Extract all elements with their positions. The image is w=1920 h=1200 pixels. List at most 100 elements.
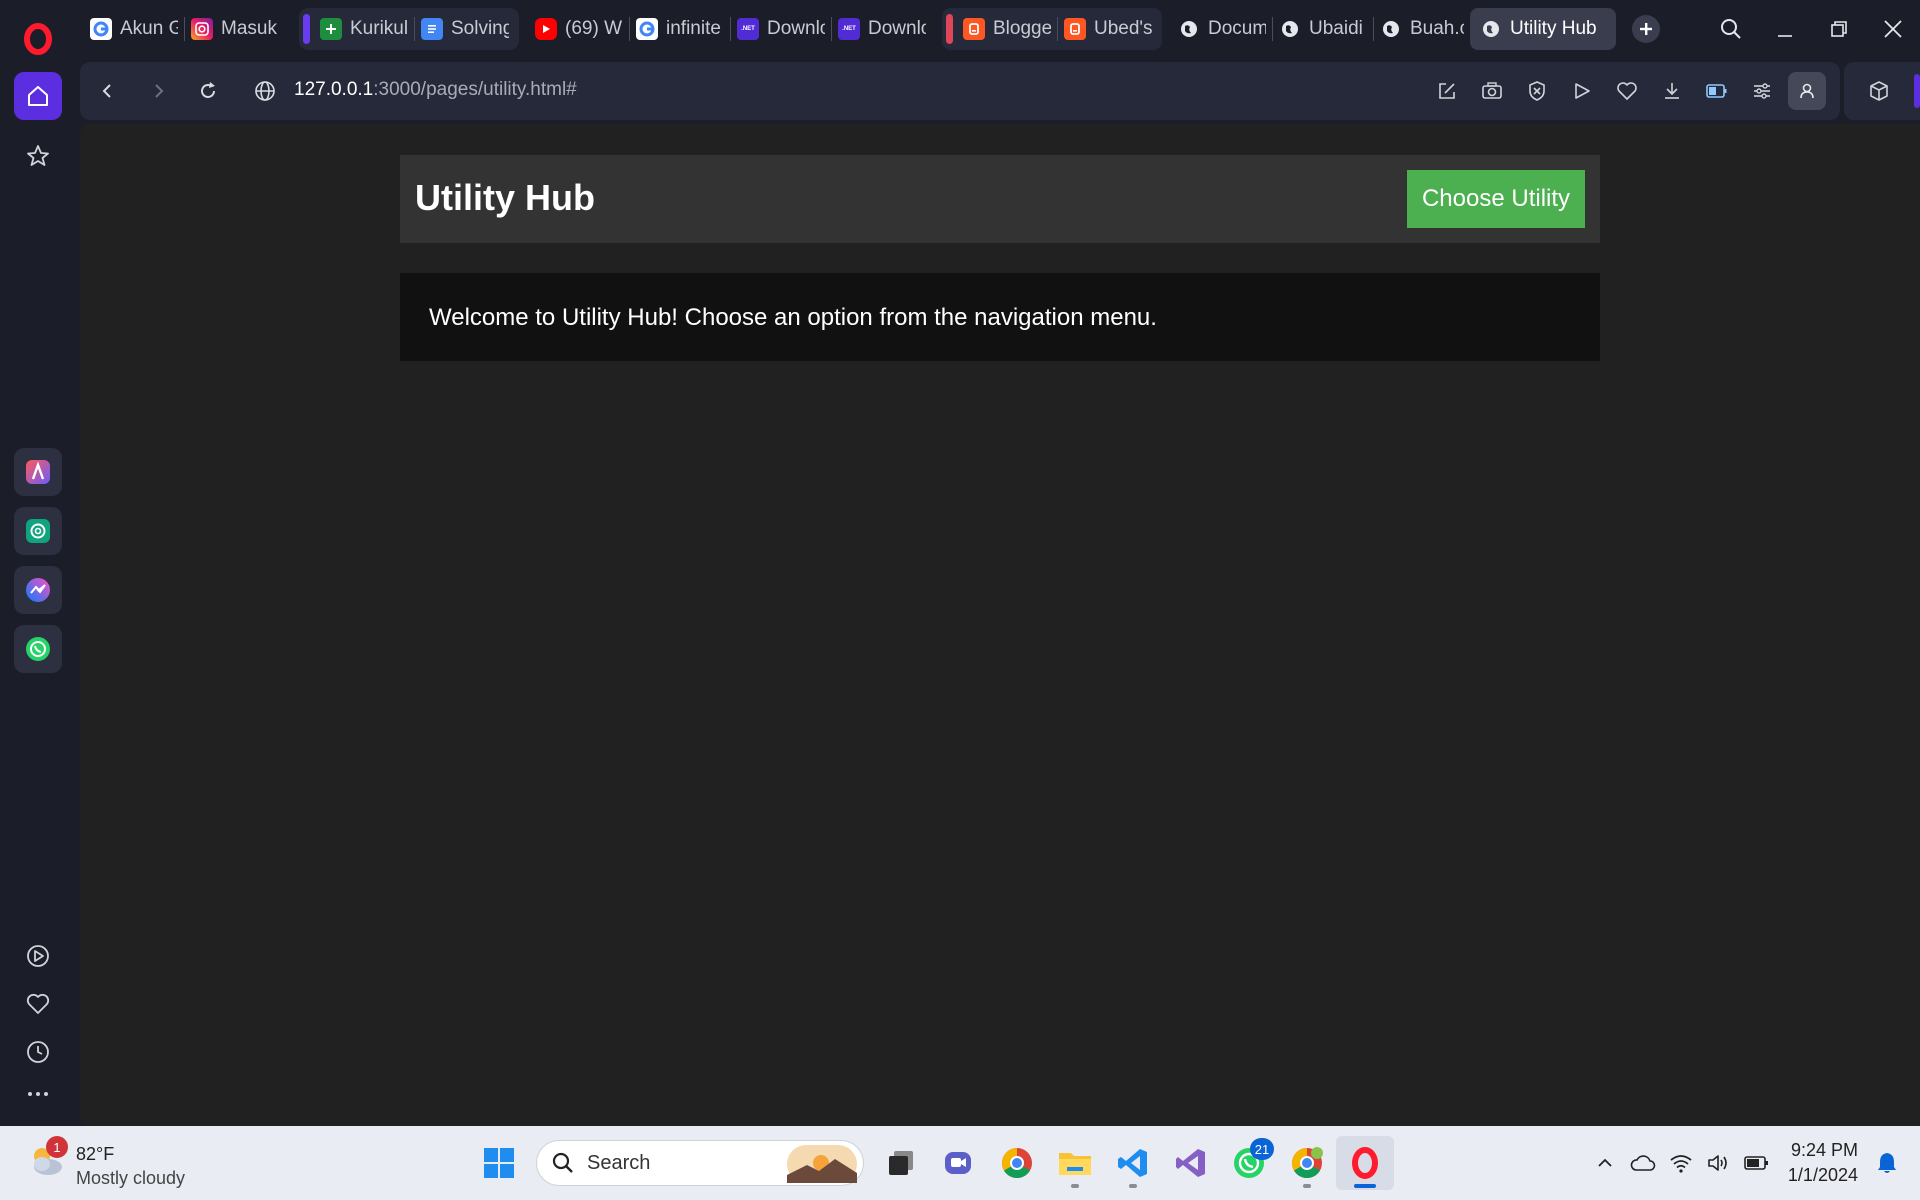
player-icon[interactable]	[14, 932, 62, 980]
back-button[interactable]	[92, 76, 122, 106]
new-tab-button[interactable]	[1632, 15, 1660, 43]
clock-date: 1/1/2024	[1787, 1165, 1858, 1185]
tab[interactable]: Akun G	[84, 8, 184, 50]
more-options-icon[interactable]	[14, 1070, 62, 1118]
opera-logo-icon[interactable]	[19, 20, 57, 58]
taskbar-clock[interactable]: 9:24 PM 1/1/2024	[1788, 1138, 1858, 1188]
welcome-message: Welcome to Utility Hub! Choose an option…	[429, 304, 1157, 331]
task-view-icon[interactable]	[872, 1136, 930, 1190]
tab[interactable]: Blogge	[957, 8, 1057, 50]
running-indicator	[1071, 1184, 1079, 1188]
tab[interactable]: Ubed's	[1058, 8, 1158, 50]
globe-icon	[1279, 18, 1301, 40]
taskbar-search-box[interactable]: Search	[536, 1140, 864, 1186]
url-field[interactable]: 127.0.0.1:3000/pages/utility.html#	[294, 79, 577, 101]
tab-active[interactable]: Utility Hub	[1470, 8, 1616, 50]
chrome-profile-icon[interactable]	[1278, 1136, 1336, 1190]
home-icon[interactable]	[14, 72, 62, 120]
choose-utility-button[interactable]: Choose Utility	[1407, 170, 1585, 228]
minimize-button[interactable]	[1758, 0, 1812, 58]
page-header: Utility Hub Choose Utility	[400, 155, 1600, 243]
bookmarks-star-icon[interactable]	[14, 132, 62, 180]
tab-label: Ubaidi	[1309, 18, 1363, 39]
tab-label: Kurikul	[350, 18, 408, 39]
temperature: 82°F	[76, 1144, 115, 1164]
battery-icon[interactable]	[1738, 1143, 1776, 1183]
site-info-globe-icon[interactable]	[250, 76, 280, 106]
restore-button[interactable]	[1812, 0, 1866, 58]
tab-label: Buah.c	[1410, 18, 1464, 39]
browser-sidebar	[0, 58, 76, 1126]
battery-saver-icon[interactable]	[1694, 72, 1739, 110]
onedrive-cloud-icon[interactable]	[1624, 1143, 1662, 1183]
tab[interactable]: Kurikul	[314, 8, 414, 50]
heart-icon[interactable]	[1604, 72, 1649, 110]
notification-bell-icon[interactable]	[1868, 1143, 1906, 1183]
tab-group: (69) W infinite .NET Downlo .NET Downlo	[525, 8, 936, 50]
tab-group: Docum Ubaidi Buah.c Utility Hub	[1168, 8, 1620, 50]
tab[interactable]: Masuk	[185, 8, 285, 50]
aria-ai-icon[interactable]	[14, 448, 62, 496]
whatsapp-unread-badge: 21	[1250, 1138, 1274, 1160]
profile-avatar-icon[interactable]	[1788, 72, 1826, 110]
weather-text: 82°F Mostly cloudy	[76, 1142, 185, 1190]
welcome-panel: Welcome to Utility Hub! Choose an option…	[400, 273, 1600, 361]
forward-button[interactable]	[144, 76, 174, 106]
globe-icon	[1380, 18, 1402, 40]
send-play-icon[interactable]	[1559, 72, 1604, 110]
url-path: :3000/pages/utility.html#	[373, 79, 577, 100]
tab[interactable]: Buah.c	[1374, 8, 1470, 50]
tab[interactable]: infinite	[630, 8, 730, 50]
blogger-icon	[963, 18, 985, 40]
tab-label: Solving	[451, 18, 509, 39]
sheets-icon	[320, 18, 342, 40]
reload-button[interactable]	[193, 76, 223, 106]
search-highlight-landscape-icon	[787, 1145, 857, 1183]
chevron-up-icon[interactable]	[1586, 1143, 1624, 1183]
globe-icon	[1480, 18, 1502, 40]
teams-meet-icon[interactable]	[930, 1136, 988, 1190]
snapshot-camera-icon[interactable]	[1469, 72, 1514, 110]
tab-group: Akun G Masuk	[80, 8, 289, 50]
close-button[interactable]	[1866, 0, 1920, 58]
whatsapp-icon[interactable]	[14, 625, 62, 673]
vscode-icon[interactable]	[1104, 1136, 1162, 1190]
page-viewport: Utility Hub Choose Utility Welcome to Ut…	[80, 124, 1920, 1126]
docs-icon	[421, 18, 443, 40]
tab[interactable]: (69) W	[529, 8, 629, 50]
page-title: Utility Hub	[415, 177, 595, 218]
browser-tab-strip: Akun G Masuk Kurikul Solving (69) W infi…	[0, 0, 1920, 58]
opera-taskbar-icon[interactable]	[1336, 1136, 1394, 1190]
history-clock-icon[interactable]	[14, 1028, 62, 1076]
tab[interactable]: .NET Downlo	[731, 8, 831, 50]
search-tabs-button[interactable]	[1704, 0, 1758, 58]
pinboards-heart-icon[interactable]	[14, 980, 62, 1028]
extensions-area	[1844, 62, 1920, 120]
messenger-icon[interactable]	[14, 566, 62, 614]
running-indicator	[1129, 1184, 1137, 1188]
adblock-shield-icon[interactable]	[1514, 72, 1559, 110]
edit-share-icon[interactable]	[1424, 72, 1469, 110]
chrome-icon[interactable]	[988, 1136, 1046, 1190]
tab[interactable]: Ubaidi	[1273, 8, 1373, 50]
tab-label: Ubed's	[1094, 18, 1152, 39]
tab-label: Akun G	[120, 18, 178, 39]
search-icon	[552, 1152, 573, 1173]
easy-setup-icon[interactable]	[1739, 72, 1784, 110]
wifi-icon[interactable]	[1662, 1143, 1700, 1183]
visual-studio-icon[interactable]	[1162, 1136, 1220, 1190]
tab[interactable]: .NET Downlo	[832, 8, 932, 50]
tab-group: Kurikul Solving	[299, 8, 519, 50]
whatsapp-taskbar-icon[interactable]: 21	[1220, 1136, 1278, 1190]
sidebar-indicator	[1914, 74, 1920, 108]
volume-icon[interactable]	[1700, 1143, 1738, 1183]
tab[interactable]: Solving	[415, 8, 515, 50]
tab-label: Blogge	[993, 18, 1051, 39]
system-tray: 9:24 PM 1/1/2024	[1586, 1126, 1906, 1200]
chatgpt-icon[interactable]	[14, 507, 62, 555]
file-explorer-icon[interactable]	[1046, 1136, 1104, 1190]
tab[interactable]: Docum	[1172, 8, 1272, 50]
download-icon[interactable]	[1649, 72, 1694, 110]
windows-start-icon[interactable]	[470, 1136, 528, 1190]
extensions-cube-icon[interactable]	[1856, 72, 1901, 110]
